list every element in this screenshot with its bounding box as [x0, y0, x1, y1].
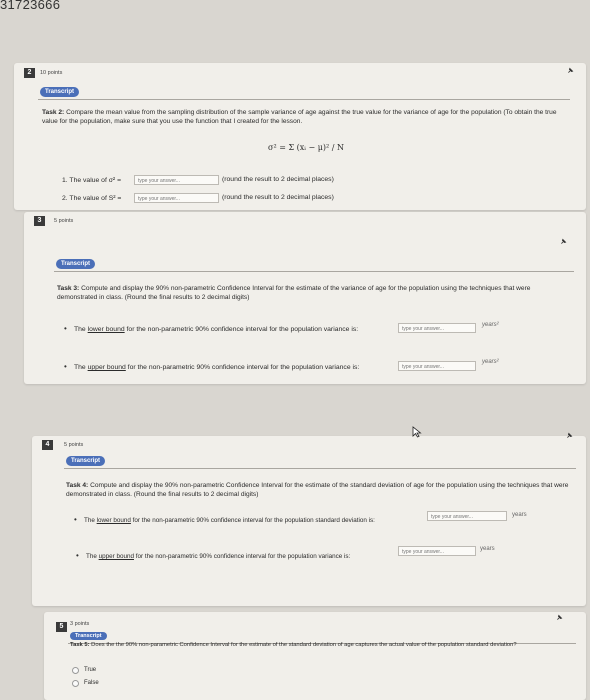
- question-points: 10 points: [40, 70, 63, 76]
- s-squared-input[interactable]: type your answer...: [134, 193, 219, 203]
- bullet-text: The lower bound for the non-parametric 9…: [84, 517, 375, 524]
- option-label: False: [84, 680, 99, 686]
- question-card-5: [44, 612, 586, 700]
- question-number: 3: [34, 216, 45, 226]
- page-id-number: 31723666: [0, 0, 61, 12]
- true-radio[interactable]: [72, 667, 79, 674]
- bullet: •: [64, 324, 67, 333]
- bullet: •: [76, 551, 79, 560]
- question-number: 5: [56, 622, 67, 632]
- transcript-button[interactable]: Transcript: [66, 456, 106, 466]
- rounding-note: (round the result to 2 decimal places): [222, 176, 334, 183]
- row-label: 2. The value of S² =: [62, 195, 122, 202]
- divider: [54, 271, 574, 272]
- rounding-note: (round the result to 2 decimal places): [222, 194, 334, 201]
- transcript-button[interactable]: Transcript: [56, 259, 96, 269]
- unit-label: years: [480, 546, 495, 552]
- unit-label: years²: [482, 322, 499, 328]
- variance-upper-bound-input[interactable]: type your answer...: [398, 361, 476, 371]
- transcript-button[interactable]: Transcript: [70, 632, 107, 640]
- divider: [64, 468, 576, 469]
- transcript-button[interactable]: Transcript: [40, 87, 80, 97]
- sd-upper-bound-input[interactable]: type your answer...: [398, 546, 476, 556]
- task-text: Task 2: Compare the mean value from the …: [42, 109, 557, 125]
- bullet: •: [64, 362, 67, 371]
- question-points: 5 points: [54, 218, 74, 224]
- question-card-2: [14, 63, 586, 210]
- sd-lower-bound-input[interactable]: type your answer...: [427, 511, 507, 521]
- option-label: True: [84, 667, 97, 673]
- unit-label: years²: [482, 359, 499, 365]
- sigma-squared-input[interactable]: type your answer...: [134, 175, 219, 185]
- false-radio[interactable]: [72, 680, 79, 687]
- unit-label: years: [512, 512, 527, 518]
- pin-icon[interactable]: [566, 432, 573, 439]
- divider: [38, 99, 570, 100]
- question-number: 2: [24, 68, 35, 78]
- task-text: Task 4: Compute and display the 90% non-…: [66, 482, 569, 498]
- pin-icon[interactable]: [560, 238, 567, 245]
- pin-icon[interactable]: [567, 67, 574, 74]
- question-number: 4: [42, 440, 53, 450]
- pin-icon[interactable]: [556, 614, 563, 621]
- task-text: Task 5: Does the the 90% non-parametric …: [70, 642, 517, 648]
- row-label: 1. The value of σ² =: [62, 177, 122, 184]
- question-points: 5 points: [64, 442, 84, 448]
- variance-formula: σ² = Σ (xᵢ − μ)² / N: [268, 143, 344, 152]
- bullet-text: The upper bound for the non-parametric 9…: [86, 553, 351, 560]
- mouse-cursor-icon: [412, 425, 422, 438]
- variance-lower-bound-input[interactable]: type your answer...: [398, 323, 476, 333]
- task-text: Task 3: Compute and display the 90% non-…: [57, 285, 531, 301]
- bullet-text: The upper bound for the non-parametric 9…: [74, 364, 360, 371]
- bullet-text: The lower bound for the non-parametric 9…: [74, 326, 359, 333]
- question-points: 3 points: [70, 621, 90, 627]
- bullet: •: [74, 515, 77, 524]
